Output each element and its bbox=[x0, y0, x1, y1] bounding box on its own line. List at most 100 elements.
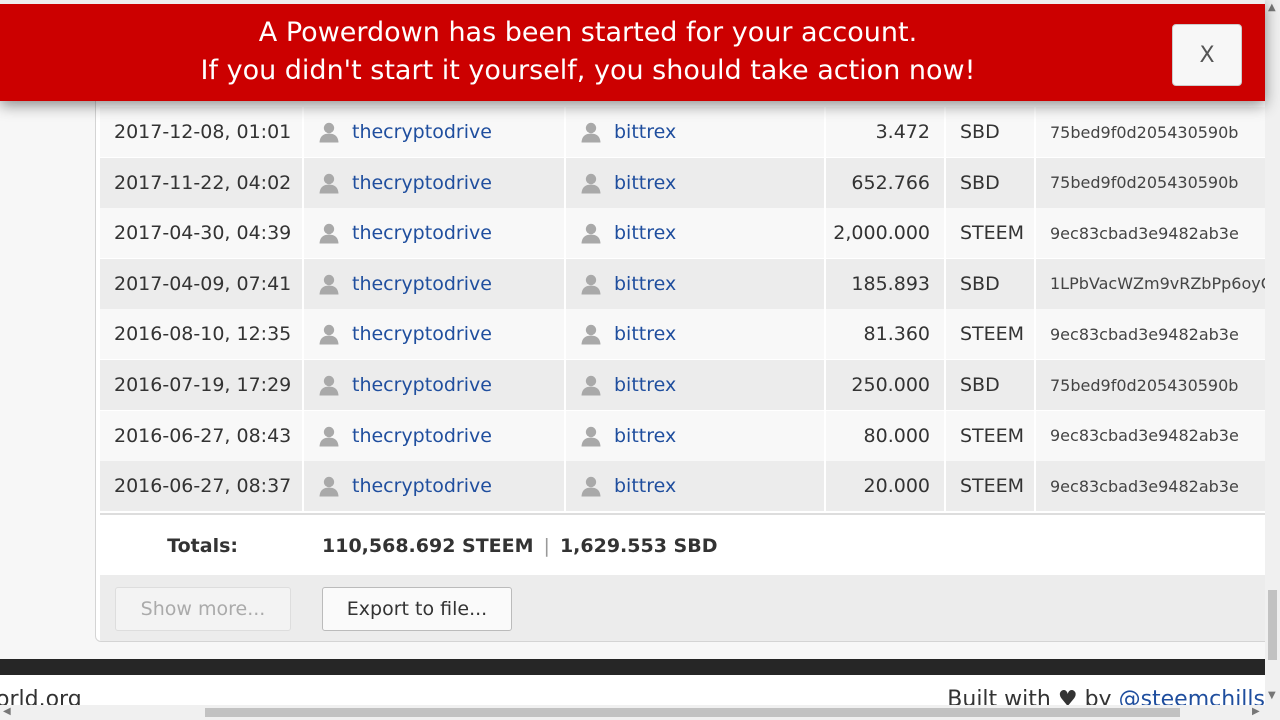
transfer-date: 2016-06-27, 08:43 bbox=[100, 410, 304, 461]
by-text: by bbox=[1084, 687, 1112, 705]
show-more-button[interactable]: Show more... bbox=[115, 587, 291, 631]
to-account-link[interactable]: bittrex bbox=[614, 323, 676, 345]
footer-site-link[interactable]: orld.org bbox=[0, 687, 82, 705]
transfer-from: thecryptodrive bbox=[304, 309, 566, 360]
vertical-scrollbar[interactable]: ▲ ▼ bbox=[1265, 0, 1280, 705]
transfer-amount: 250.000 bbox=[826, 360, 946, 410]
scroll-left-arrow-icon[interactable]: ◀ bbox=[3, 706, 11, 717]
table-row: 2016-08-10, 12:35 thecryptodrive bittrex 81… bbox=[100, 309, 1269, 360]
transfer-amount: 3.472 bbox=[826, 107, 946, 157]
user-icon bbox=[318, 172, 340, 194]
transfer-currency: SBD bbox=[946, 107, 1036, 157]
transfer-amount: 652.766 bbox=[826, 157, 946, 208]
transfer-from: thecryptodrive bbox=[304, 258, 566, 309]
transfer-currency: SBD bbox=[946, 258, 1036, 309]
from-account-link[interactable]: thecryptodrive bbox=[352, 425, 492, 447]
transfers-table-card: 2017-12-08, 01:01 thecryptodrive bittrex 3.… bbox=[95, 100, 1270, 642]
totals-label: Totals: bbox=[167, 535, 238, 557]
to-account-link[interactable]: bittrex bbox=[614, 374, 676, 396]
transfer-memo: 75bed9f0d205430590b bbox=[1050, 173, 1239, 193]
transfer-memo: 9ec83cbad3e9482ab3e bbox=[1050, 476, 1239, 496]
transfer-to: bittrex bbox=[566, 360, 826, 410]
from-account-link[interactable]: thecryptodrive bbox=[352, 475, 492, 497]
to-account-link[interactable]: bittrex bbox=[614, 475, 676, 497]
transfer-to: bittrex bbox=[566, 258, 826, 309]
table-row: 2017-12-08, 01:01 thecryptodrive bittrex 3.… bbox=[100, 107, 1269, 157]
transfer-to: bittrex bbox=[566, 309, 826, 360]
user-icon bbox=[318, 323, 340, 345]
page-footer: orld.org Built with ♥ by @steemchills bbox=[0, 675, 1265, 705]
from-account-link[interactable]: thecryptodrive bbox=[352, 323, 492, 345]
transfer-memo: 75bed9f0d205430590b bbox=[1050, 122, 1239, 142]
heart-icon: ♥ bbox=[1057, 687, 1078, 705]
scroll-right-arrow-icon[interactable]: ▶ bbox=[1252, 706, 1260, 717]
transfer-memo: 1LPbVacWZm9vRZbPp6oyC bbox=[1050, 274, 1270, 294]
table-row: 2016-06-27, 08:43 thecryptodrive bittrex 80… bbox=[100, 410, 1269, 461]
transfer-date: 2017-04-30, 04:39 bbox=[100, 208, 304, 259]
user-icon bbox=[580, 425, 602, 447]
user-icon bbox=[580, 222, 602, 244]
transfer-to: bittrex bbox=[566, 157, 826, 208]
table-row: 2017-04-30, 04:39 thecryptodrive bittrex 2,… bbox=[100, 208, 1269, 259]
table-row: 2017-04-09, 07:41 thecryptodrive bittrex 18… bbox=[100, 258, 1270, 309]
transfer-from: thecryptodrive bbox=[304, 107, 566, 157]
transfer-from: thecryptodrive bbox=[304, 461, 566, 512]
to-account-link[interactable]: bittrex bbox=[614, 121, 676, 143]
user-icon bbox=[318, 222, 340, 244]
transfer-to: bittrex bbox=[566, 208, 826, 259]
transfer-date: 2017-11-22, 04:02 bbox=[100, 157, 304, 208]
user-icon bbox=[580, 323, 602, 345]
alert-line-1: A Powerdown has been started for your ac… bbox=[258, 17, 918, 48]
table-row: 2017-11-22, 04:02 thecryptodrive bittrex 65… bbox=[100, 157, 1269, 208]
user-icon bbox=[318, 425, 340, 447]
transfer-memo: 9ec83cbad3e9482ab3e bbox=[1050, 426, 1239, 446]
alert-close-button[interactable]: X bbox=[1172, 24, 1242, 86]
transfer-currency: SBD bbox=[946, 360, 1036, 410]
table-row: 2016-07-19, 17:29 thecryptodrive bittrex 25… bbox=[100, 360, 1269, 410]
to-account-link[interactable]: bittrex bbox=[614, 172, 676, 194]
user-icon bbox=[580, 172, 602, 194]
transfer-amount: 2,000.000 bbox=[826, 208, 946, 259]
transfer-currency: STEEM bbox=[946, 208, 1036, 259]
to-account-link[interactable]: bittrex bbox=[614, 425, 676, 447]
transfer-currency: STEEM bbox=[946, 309, 1036, 360]
transfer-date: 2016-07-19, 17:29 bbox=[100, 360, 304, 410]
footer-divider bbox=[0, 659, 1265, 675]
transfer-to: bittrex bbox=[566, 410, 826, 461]
from-account-link[interactable]: thecryptodrive bbox=[352, 222, 492, 244]
from-account-link[interactable]: thecryptodrive bbox=[352, 172, 492, 194]
built-with-text: Built with bbox=[947, 687, 1051, 705]
horizontal-scroll-thumb[interactable] bbox=[205, 708, 1180, 717]
transfer-currency: STEEM bbox=[946, 461, 1036, 512]
horizontal-scrollbar[interactable]: ◀ ▶ bbox=[0, 705, 1280, 720]
transfer-amount: 185.893 bbox=[826, 258, 946, 309]
author-link[interactable]: @steemchills bbox=[1119, 687, 1265, 705]
transfer-to: bittrex bbox=[566, 107, 826, 157]
transfer-amount: 20.000 bbox=[826, 461, 946, 512]
alert-message: A Powerdown has been started for your ac… bbox=[0, 14, 1176, 90]
transfer-date: 2017-04-09, 07:41 bbox=[100, 258, 304, 309]
table-actions: Show more... Export to file... bbox=[100, 575, 1269, 641]
transfer-date: 2017-12-08, 01:01 bbox=[100, 107, 304, 157]
scroll-up-arrow-icon[interactable]: ▲ bbox=[1268, 2, 1276, 13]
totals-separator: | bbox=[543, 535, 550, 557]
user-icon bbox=[580, 475, 602, 497]
footer-credits: Built with ♥ by @steemchills bbox=[947, 687, 1265, 705]
powerdown-alert-banner: A Powerdown has been started for your ac… bbox=[0, 0, 1265, 101]
to-account-link[interactable]: bittrex bbox=[614, 222, 676, 244]
scroll-down-arrow-icon[interactable]: ▼ bbox=[1268, 690, 1276, 701]
totals-row: Totals: 110,568.692 STEEM | 1,629.553 SBD bbox=[100, 513, 1269, 577]
export-to-file-button[interactable]: Export to file... bbox=[322, 587, 512, 631]
to-account-link[interactable]: bittrex bbox=[614, 273, 676, 295]
transfer-from: thecryptodrive bbox=[304, 208, 566, 259]
transfer-from: thecryptodrive bbox=[304, 410, 566, 461]
transfer-date: 2016-06-27, 08:37 bbox=[100, 461, 304, 512]
transfer-currency: SBD bbox=[946, 157, 1036, 208]
from-account-link[interactable]: thecryptodrive bbox=[352, 374, 492, 396]
from-account-link[interactable]: thecryptodrive bbox=[352, 121, 492, 143]
user-icon bbox=[318, 475, 340, 497]
vertical-scroll-thumb[interactable] bbox=[1268, 590, 1277, 660]
from-account-link[interactable]: thecryptodrive bbox=[352, 273, 492, 295]
transfer-from: thecryptodrive bbox=[304, 157, 566, 208]
user-icon bbox=[580, 121, 602, 143]
